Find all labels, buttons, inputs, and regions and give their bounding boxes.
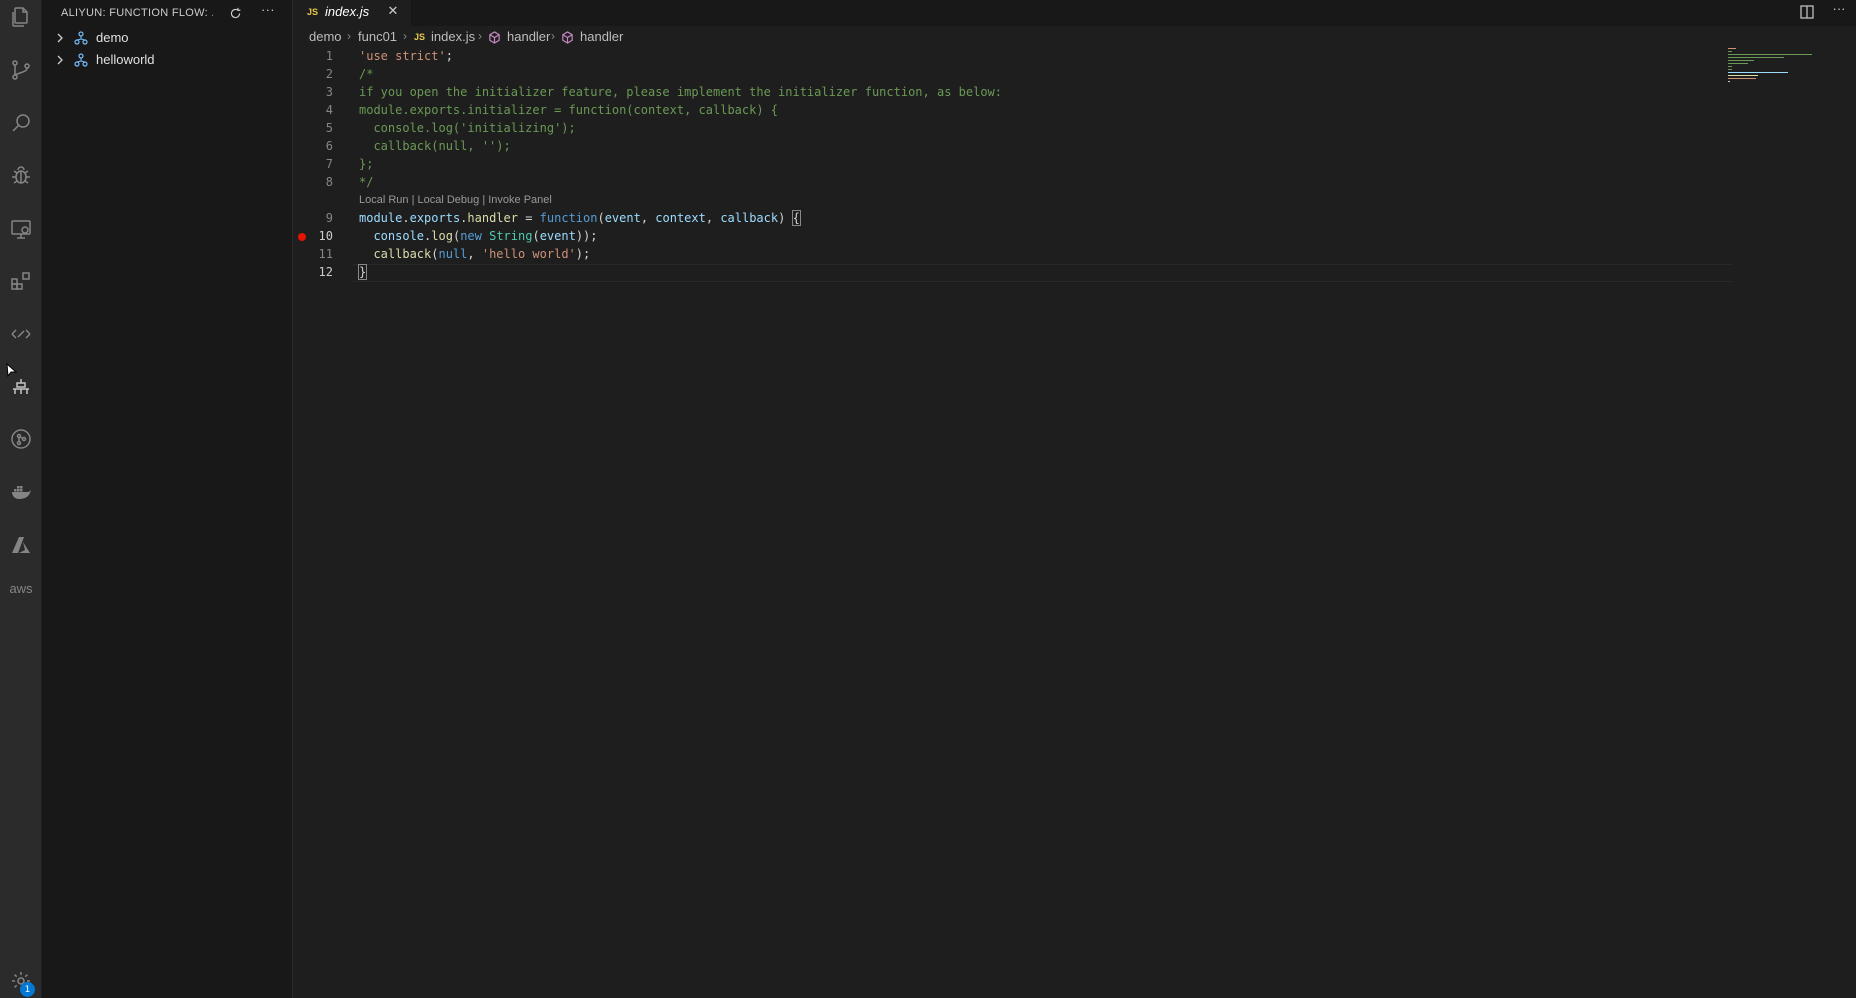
sidebar-title: ALIYUN: FUNCTION FLOW: ... bbox=[61, 7, 213, 19]
code-line: 12 } bbox=[293, 264, 1733, 282]
code-line: 9 module.exports.handler = function(even… bbox=[293, 210, 1733, 228]
files-icon[interactable] bbox=[0, 0, 42, 38]
breadcrumb-item[interactable]: handler bbox=[507, 29, 550, 44]
code-line: 6 callback(null, ''); bbox=[293, 138, 1733, 156]
breadcrumb-separator: › bbox=[551, 29, 555, 43]
sidebar-header: ALIYUN: FUNCTION FLOW: ... ··· bbox=[42, 0, 292, 26]
code-line: 11 callback(null, 'hello world'); bbox=[293, 246, 1733, 264]
code-line: 4 module.exports.initializer = function(… bbox=[293, 102, 1733, 120]
remote-explorer-icon[interactable] bbox=[0, 208, 42, 250]
aws-label: aws bbox=[9, 580, 33, 596]
split-editor-icon[interactable] bbox=[1797, 2, 1817, 22]
line-number: 3 bbox=[325, 85, 333, 99]
codelens-actions[interactable]: Local Run | Local Debug | Invoke Panel bbox=[359, 194, 552, 206]
aws-icon[interactable]: aws bbox=[0, 567, 42, 609]
tree-item-demo[interactable]: demo bbox=[42, 27, 292, 49]
editor-more-button[interactable]: ··· bbox=[1828, 1, 1850, 19]
code-line: 2 /* bbox=[293, 66, 1733, 84]
tree-item-label: helloworld bbox=[96, 52, 155, 67]
docker-icon[interactable] bbox=[0, 471, 42, 513]
editor-tab-bar: JS index.js ✕ ··· bbox=[293, 0, 1856, 26]
breadcrumb-item[interactable]: index.js bbox=[431, 29, 475, 44]
refresh-icon[interactable] bbox=[226, 4, 244, 22]
tree-item-label: demo bbox=[96, 30, 129, 45]
line-number: 8 bbox=[325, 175, 333, 189]
line-number: 5 bbox=[325, 121, 333, 135]
line-number: 12 bbox=[318, 265, 333, 279]
breadcrumb: demo › func01 › JS index.js › handler › … bbox=[293, 26, 1856, 48]
js-file-icon: JS bbox=[307, 7, 319, 17]
line-number: 1 bbox=[325, 49, 333, 63]
line-number: 6 bbox=[325, 139, 333, 153]
sidebar: ALIYUN: FUNCTION FLOW: ... ··· demo hell… bbox=[42, 0, 293, 998]
service-node-icon bbox=[74, 31, 88, 45]
breadcrumb-separator: › bbox=[403, 29, 407, 43]
line-number: 4 bbox=[325, 103, 333, 117]
source-control-icon[interactable] bbox=[0, 49, 42, 91]
code-line: 10 console.log(new String(event)); bbox=[293, 228, 1733, 246]
tree-item-helloworld[interactable]: helloworld bbox=[42, 49, 292, 71]
service-node-icon bbox=[74, 53, 88, 67]
line-number: 7 bbox=[325, 157, 333, 171]
debug-icon[interactable] bbox=[0, 155, 42, 197]
code-editor[interactable]: 1 'use strict'; 2 /* 3 if you open the i… bbox=[293, 48, 1856, 998]
settings-badge: 1 bbox=[20, 982, 35, 997]
gitlens-icon[interactable] bbox=[0, 418, 42, 460]
azure-icon[interactable] bbox=[0, 524, 42, 566]
code-line: 7 }; bbox=[293, 156, 1733, 174]
symbol-method-icon bbox=[489, 31, 500, 44]
js-file-icon: JS bbox=[414, 32, 426, 42]
breadcrumb-item[interactable]: func01 bbox=[358, 29, 397, 44]
minimap[interactable] bbox=[1728, 48, 1848, 108]
tab-index-js[interactable]: JS index.js ✕ bbox=[293, 0, 411, 26]
symbol-method-icon bbox=[562, 31, 573, 44]
tab-label: index.js bbox=[325, 4, 370, 19]
breadcrumb-separator: › bbox=[347, 29, 351, 43]
breadcrumb-item[interactable]: handler bbox=[580, 29, 623, 44]
line-number: 11 bbox=[318, 247, 333, 261]
activity-bar: aws 1 bbox=[0, 0, 42, 998]
code-line: 5 console.log('initializing'); bbox=[293, 120, 1733, 138]
line-number: 2 bbox=[325, 67, 333, 81]
breadcrumb-separator: › bbox=[478, 29, 482, 43]
chevron-right-icon bbox=[57, 33, 63, 43]
line-number: 10 bbox=[318, 229, 333, 243]
line-number: 9 bbox=[325, 211, 333, 225]
search-icon[interactable] bbox=[0, 102, 42, 144]
chevron-right-icon bbox=[57, 55, 63, 65]
breadcrumb-item[interactable]: demo bbox=[309, 29, 342, 44]
sidebar-more-button[interactable]: ··· bbox=[258, 2, 278, 20]
code-line: 8 */ bbox=[293, 174, 1733, 192]
settings-gear-icon[interactable]: 1 bbox=[0, 960, 42, 998]
extensions-icon[interactable] bbox=[0, 260, 42, 302]
code-line: 1 'use strict'; bbox=[293, 48, 1733, 66]
ali-function-flow-icon[interactable] bbox=[0, 313, 42, 355]
close-icon[interactable]: ✕ bbox=[386, 4, 400, 18]
code-line: 3 if you open the initializer feature, p… bbox=[293, 84, 1733, 102]
mouse-cursor-icon bbox=[6, 362, 18, 378]
